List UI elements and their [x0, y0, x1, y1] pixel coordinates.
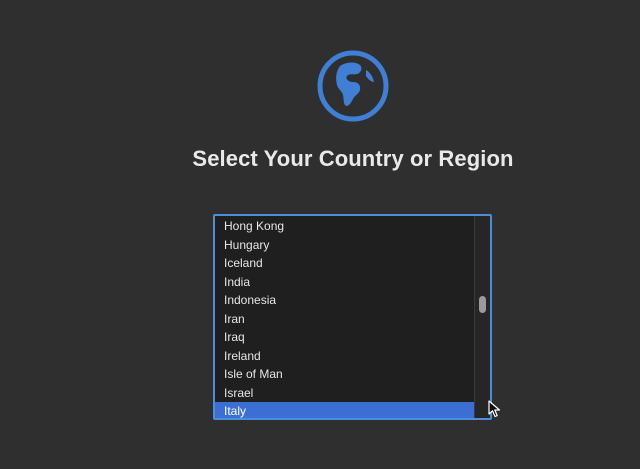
scrollbar[interactable]	[474, 216, 490, 418]
scrollbar-thumb[interactable]	[479, 296, 486, 313]
globe-icon	[316, 49, 390, 123]
country-option[interactable]: India	[215, 273, 474, 292]
country-option[interactable]: Hungary	[215, 236, 474, 255]
mouse-cursor-icon	[488, 400, 502, 418]
country-option[interactable]: Indonesia	[215, 291, 474, 310]
country-option[interactable]: Hong Kong	[215, 217, 474, 236]
country-option[interactable]: Iran	[215, 310, 474, 329]
country-option[interactable]: Isle of Man	[215, 365, 474, 384]
country-option[interactable]: Iceland	[215, 254, 474, 273]
country-list-items: Hong Kong Hungary Iceland India Indonesia Ira…	[215, 217, 474, 418]
page-title: Select Your Country or Region	[192, 146, 514, 171]
country-list-viewport[interactable]: Hong Kong Hungary Iceland India Indonesia Ira…	[215, 216, 474, 418]
country-option[interactable]: Italy	[215, 402, 474, 418]
country-option[interactable]: Israel	[215, 384, 474, 403]
country-option[interactable]: Iraq	[215, 328, 474, 347]
country-list[interactable]: Hong Kong Hungary Iceland India Indonesia Ira…	[213, 214, 492, 420]
country-option[interactable]: Ireland	[215, 347, 474, 366]
